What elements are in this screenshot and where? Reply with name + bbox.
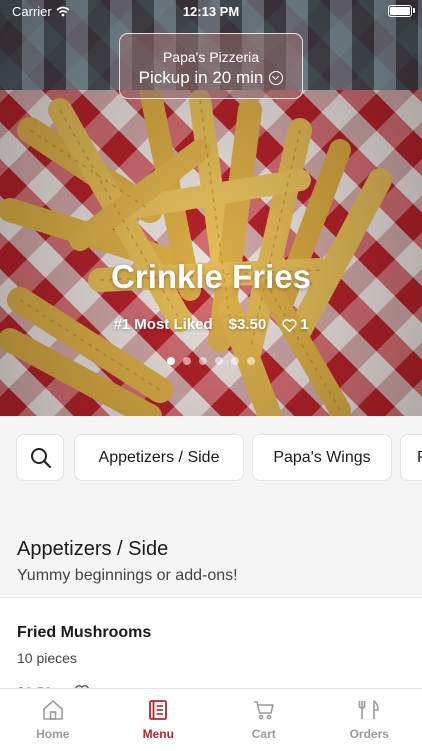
- battery-tip: [413, 8, 415, 13]
- tab-home[interactable]: Home: [0, 689, 106, 751]
- featured-price: $3.50: [229, 316, 267, 333]
- tab-label: Menu: [106, 727, 212, 741]
- clock: 12:13 PM: [0, 4, 422, 19]
- like-count: 1: [300, 316, 308, 333]
- orders-icon: [358, 699, 380, 721]
- menu-icon: [147, 699, 169, 721]
- section-header: Appetizers / Side Yummy beginnings or ad…: [0, 500, 422, 597]
- cart-icon: [252, 699, 276, 721]
- section-title: Appetizers / Side: [17, 538, 168, 561]
- status-bar: Carrier 12:13 PM: [0, 0, 422, 22]
- item-description: 10 pieces: [17, 650, 77, 666]
- carousel-dot[interactable]: [167, 357, 175, 365]
- featured-item-title: Crinkle Fries: [0, 258, 422, 296]
- battery-icon: [388, 5, 412, 17]
- search-icon: [30, 447, 52, 469]
- tab-label: Orders: [317, 727, 422, 741]
- chevron-down-icon: [269, 71, 283, 85]
- carousel-dots[interactable]: [0, 357, 422, 365]
- featured-item-meta: #1 Most Liked $3.50 1: [0, 316, 422, 333]
- category-chip-wings[interactable]: Papa's Wings: [252, 434, 392, 481]
- carousel-dot[interactable]: [215, 357, 223, 365]
- menu-item[interactable]: Fried Mushrooms 10 pieces $3.50: [0, 597, 422, 698]
- category-bar: Appetizers / Side Papa's Wings P: [0, 416, 422, 500]
- carousel-dot[interactable]: [231, 357, 239, 365]
- category-chip-next[interactable]: P: [400, 434, 422, 481]
- heart-icon: [282, 318, 297, 332]
- tab-cart[interactable]: Cart: [211, 689, 317, 751]
- home-icon: [41, 699, 65, 721]
- hero-banner[interactable]: Carrier 12:13 PM Papa's Pizzeria Pickup …: [0, 0, 422, 416]
- pickup-time: Pickup in 20 min: [139, 68, 264, 88]
- section-subtitle: Yummy beginnings or add-ons!: [17, 567, 238, 585]
- carousel-dot[interactable]: [199, 357, 207, 365]
- tab-menu[interactable]: Menu: [106, 689, 212, 751]
- item-name: Fried Mushrooms: [17, 624, 151, 642]
- category-chip-appetizers[interactable]: Appetizers / Side: [74, 434, 244, 481]
- tab-label: Home: [0, 727, 106, 741]
- restaurant-name: Papa's Pizzeria: [120, 49, 302, 65]
- tab-label: Cart: [211, 727, 317, 741]
- popularity-badge: #1 Most Liked: [113, 316, 212, 333]
- search-button[interactable]: [16, 434, 64, 481]
- tab-orders[interactable]: Orders: [317, 689, 422, 751]
- pickup-time-row: Pickup in 20 min: [120, 68, 302, 88]
- carousel-dot[interactable]: [183, 357, 191, 365]
- tab-bar: Home Menu Cart Orders: [0, 688, 422, 751]
- carousel-dot[interactable]: [247, 357, 255, 365]
- like-button[interactable]: 1: [282, 316, 308, 333]
- pickup-selector[interactable]: Papa's Pizzeria Pickup in 20 min: [119, 33, 303, 99]
